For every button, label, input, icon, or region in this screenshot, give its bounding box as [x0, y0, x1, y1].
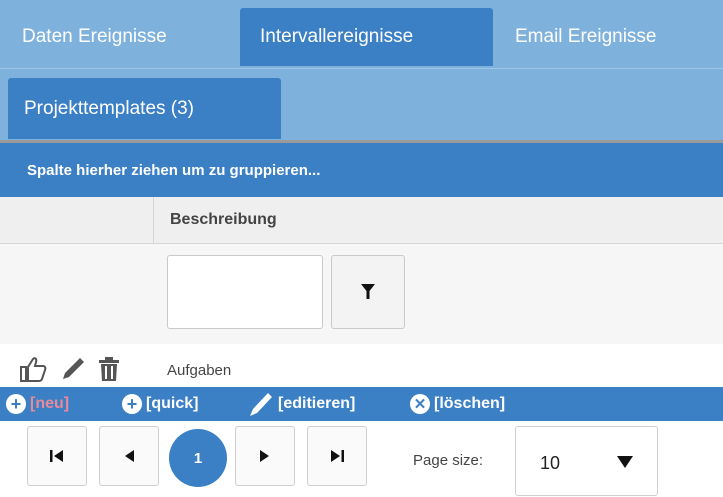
previous-page-icon: [125, 450, 134, 462]
tab-daten-ereignisse[interactable]: Daten Ereignisse: [22, 8, 167, 66]
current-page-indicator[interactable]: 1: [169, 429, 227, 487]
table-row-beschreibung: Aufgaben: [167, 362, 232, 379]
next-page-icon: [260, 450, 269, 462]
grid-header-row: Beschreibung: [0, 197, 723, 244]
last-page-button[interactable]: [307, 426, 367, 486]
page-size-label: Page size:: [413, 452, 484, 469]
plus-circle-icon: +: [6, 394, 26, 414]
next-page-button[interactable]: [235, 426, 295, 486]
page-size-value: 10: [540, 453, 561, 473]
quick-add-button[interactable]: + [quick]: [122, 387, 198, 421]
page-size-select[interactable]: 10: [515, 426, 658, 496]
filter-button[interactable]: [331, 255, 405, 329]
delete-label: [löschen]: [434, 395, 506, 412]
last-page-icon: [331, 450, 344, 462]
tab-intervallereignisse[interactable]: Intervallereignisse: [240, 8, 493, 66]
thumbs-up-icon[interactable]: [18, 355, 48, 388]
group-by-hint: Spalte hierher ziehen um zu gruppieren..…: [27, 161, 321, 179]
group-by-drop-zone[interactable]: Spalte hierher ziehen um zu gruppieren..…: [0, 143, 723, 197]
previous-page-button[interactable]: [99, 426, 159, 486]
tab-label: Intervallereignisse: [260, 26, 414, 47]
edit-button[interactable]: [editieren]: [248, 387, 355, 421]
pencil-icon[interactable]: [60, 356, 86, 387]
close-circle-icon: ✕: [410, 394, 430, 414]
new-label: [neu]: [30, 395, 70, 412]
plus-circle-icon: +: [122, 394, 142, 414]
sub-tabs-bar: Projekttemplates (3): [0, 68, 723, 141]
column-header-label: Beschreibung: [170, 211, 277, 228]
quick-label: [quick]: [146, 395, 199, 412]
trash-icon[interactable]: [98, 356, 120, 387]
beschreibung-filter-input[interactable]: [167, 255, 323, 329]
edit-label: [editieren]: [278, 395, 356, 412]
delete-button[interactable]: ✕ [löschen]: [410, 387, 505, 421]
column-divider: [153, 197, 154, 243]
tab-label: Email Ereignisse: [515, 26, 657, 47]
tab-email-ereignisse[interactable]: Email Ereignisse: [515, 8, 657, 66]
chevron-down-icon: [617, 456, 633, 468]
tab-label: Daten Ereignisse: [22, 26, 167, 47]
filter-icon: [361, 284, 375, 299]
first-page-button[interactable]: [27, 426, 87, 486]
grid-toolbar: + [neu] + [quick] [editieren] ✕ [löschen…: [0, 387, 723, 421]
tab-label: Projekttemplates (3): [24, 97, 195, 119]
row-actions: [18, 355, 120, 388]
first-page-icon: [50, 450, 63, 462]
page-number: 1: [193, 449, 203, 467]
tab-projekttemplates[interactable]: Projekttemplates (3): [8, 78, 281, 139]
event-tabs-bar: Daten Ereignisse Intervallereignisse Ema…: [0, 0, 723, 68]
column-header-beschreibung[interactable]: Beschreibung: [170, 197, 277, 243]
new-button[interactable]: + [neu]: [6, 387, 69, 421]
pencil-icon: [250, 393, 272, 416]
